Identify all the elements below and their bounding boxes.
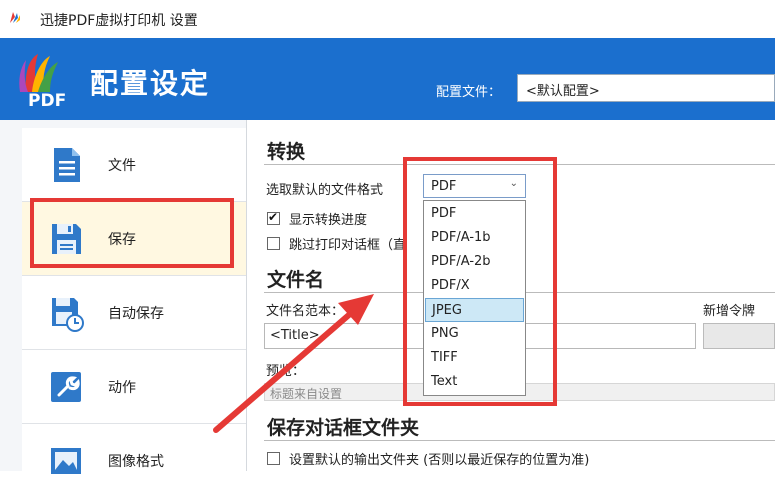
page-title: 配置设定 [90,67,211,100]
preview-value: 标题来自设置 [270,387,343,401]
skip-print-dialog-checkbox[interactable] [267,237,280,250]
highlight-box-save [30,198,234,268]
add-token-label: 新增令牌 [703,304,756,319]
title-bar: 迅捷PDF虚拟打印机 设置 [0,0,775,38]
show-progress-label: 显示转换进度 [289,213,368,228]
default-folder-label: 设置默认的输出文件夹 (否则以最近保存的位置为准) [289,453,590,468]
highlight-box-format [403,157,557,406]
sidebar-item-label: 动作 [108,380,136,396]
svg-text:PDF: PDF [28,91,66,108]
sidebar-item-autosave[interactable]: 自动保存 [22,276,246,350]
wrench-icon [51,372,81,402]
sidebar-item-actions[interactable]: 动作 [22,350,246,424]
default-folder-checkbox[interactable] [267,452,280,465]
sidebar-item-label: 图像格式 [108,454,164,470]
format-label: 选取默认的文件格式 [266,183,384,198]
conversion-heading: 转换 [267,141,306,163]
divider [264,440,775,441]
app-icon [10,12,20,23]
header-banner: PDF 配置设定 配置文件： <默认配置> [0,38,775,120]
profile-select-value: <默认配置> [526,84,600,99]
document-icon [54,148,80,182]
autosave-icon [52,298,84,332]
skip-print-dialog-label: 跳过打印对话框（直 [289,238,407,253]
sidebar-item-image-format[interactable]: 图像格式 [22,424,246,474]
template-label: 文件名范本： [266,304,345,319]
window-title: 迅捷PDF虚拟打印机 设置 [40,13,198,29]
filename-template-value: <Title> [270,328,320,343]
sidebar-item-label: 自动保存 [108,306,164,322]
profile-select[interactable]: <默认配置> [517,74,775,102]
profile-label: 配置文件： [436,85,502,100]
show-progress-checkbox[interactable] [267,210,280,225]
filename-heading: 文件名 [267,269,325,291]
pdf-logo-icon: PDF [19,54,66,108]
sidebar-item-label: 文件 [108,158,136,174]
save-dialog-heading: 保存对话框文件夹 [267,417,420,439]
add-token-select[interactable] [703,323,775,349]
preview-label: 预览： [266,364,306,379]
sidebar-item-file[interactable]: 文件 [22,128,246,202]
image-icon [51,448,81,474]
